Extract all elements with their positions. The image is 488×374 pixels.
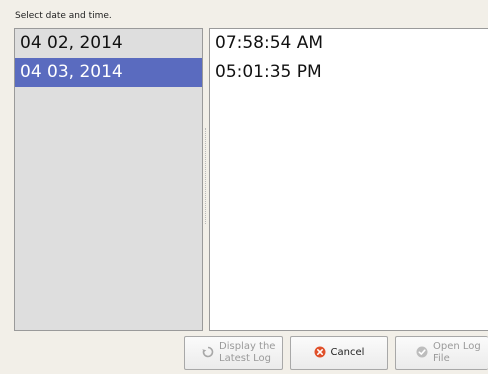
cancel-label: Cancel: [330, 347, 365, 358]
time-item[interactable]: 07:58:54 AM: [210, 29, 488, 58]
date-item-selected[interactable]: 04 03, 2014: [15, 58, 202, 87]
display-latest-log-label: Display the Latest Log: [219, 341, 276, 364]
cancel-button[interactable]: Cancel: [290, 336, 388, 370]
pane-splitter[interactable]: [205, 128, 208, 224]
prompt-text: Select date and time.: [15, 11, 112, 21]
date-list[interactable]: 04 02, 2014 04 03, 2014: [14, 28, 203, 331]
display-latest-log-button[interactable]: Display the Latest Log: [184, 336, 283, 370]
open-log-file-button[interactable]: Open Log File: [395, 336, 488, 370]
time-list[interactable]: 07:58:54 AM 05:01:35 PM: [209, 28, 488, 331]
refresh-icon: [202, 346, 214, 361]
cancel-icon: [314, 346, 326, 361]
date-item[interactable]: 04 02, 2014: [15, 29, 202, 58]
check-icon: [416, 346, 428, 361]
time-item[interactable]: 05:01:35 PM: [210, 58, 488, 87]
open-log-file-label: Open Log File: [433, 341, 481, 364]
